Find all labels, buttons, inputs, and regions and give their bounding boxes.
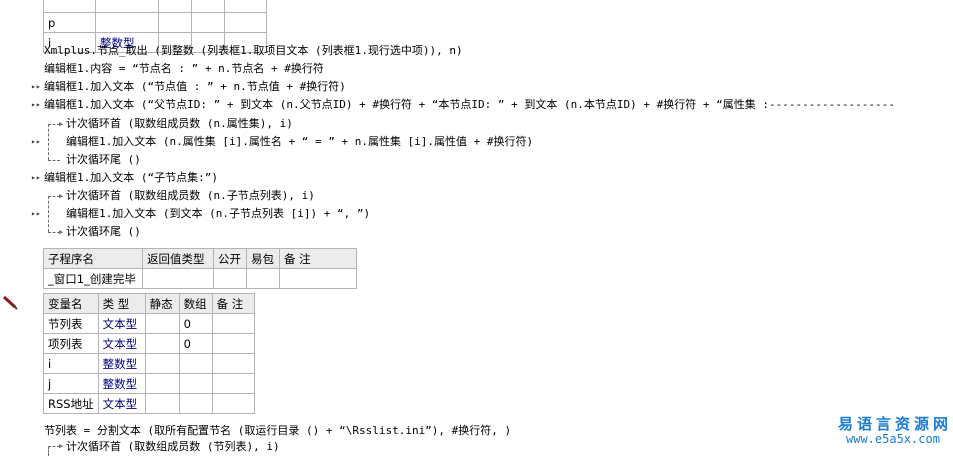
loop-guide-line — [48, 160, 60, 161]
var-type-cell[interactable]: 文本型 — [97, 393, 146, 414]
header-cell: 易包 — [246, 248, 280, 269]
header-cell: 公开 — [213, 248, 247, 269]
code-line-3[interactable]: 编辑框1.加入文本 (“节点值 : ” + n.节点值 + #换行符) — [44, 78, 346, 96]
table-row[interactable]: 节列表 文本型 0 — [43, 313, 255, 334]
loop-arrow-icon: ▶ — [59, 228, 64, 236]
expand-arrow-icon[interactable]: ▸▸ — [31, 133, 41, 151]
var-name-cell[interactable]: p — [43, 12, 96, 33]
expand-arrow-icon[interactable]: ▸▸ — [31, 205, 41, 223]
pencil-icon — [2, 295, 18, 310]
local-var-table: 变量名 类 型 静态 数组 备 注 节列表 文本型 0 项列表 文本型 0 i … — [43, 293, 255, 414]
subroutine-name-cell[interactable]: _窗口1_创建完毕 — [43, 268, 143, 289]
header-cell: 返回值类型 — [142, 248, 214, 269]
header-cell: 类 型 — [97, 293, 146, 314]
header-cell: 子程序名 — [43, 248, 143, 269]
code-line-loop-end-2[interactable]: 计次循环尾 () — [66, 223, 141, 241]
header-cell: 变量名 — [43, 293, 99, 314]
expand-arrow-icon[interactable]: ▸▸ — [31, 169, 41, 187]
table-row — [43, 0, 267, 13]
code-line-6[interactable]: 编辑框1.加入文本 (n.属性集 [i].属性名 + “ = ” + n.属性集… — [66, 133, 533, 151]
var-type-cell[interactable]: 整数型 — [97, 353, 146, 374]
loop-arrow-icon: ▶ — [59, 442, 64, 450]
var-type-cell[interactable] — [95, 12, 159, 33]
loop-arrow-icon: ▶ — [59, 192, 64, 200]
var-array-cell[interactable]: 0 — [178, 313, 213, 334]
table-row[interactable]: 项列表 文本型 0 — [43, 333, 255, 354]
var-array-cell[interactable]: 0 — [178, 333, 213, 354]
loop-guide-line — [48, 196, 49, 232]
loop-arrow-icon: ▶ — [59, 120, 64, 128]
code-line-2[interactable]: 编辑框1.内容 = “节点名 : ” + n.节点名 + #换行符 — [44, 60, 324, 78]
loop-guide-line — [48, 124, 49, 160]
table-row[interactable]: RSS地址 文本型 — [43, 393, 255, 414]
table-header-row: 变量名 类 型 静态 数组 备 注 — [43, 293, 255, 314]
loop-guide-line — [48, 446, 49, 456]
var-name-cell[interactable]: 节列表 — [43, 313, 99, 334]
expand-arrow-icon[interactable]: ▸▸ — [31, 96, 41, 114]
code-line-1[interactable]: Xmlplus.节点_取出 (到整数 (列表框1.取项目文本 (列表框1.现行选… — [44, 42, 463, 60]
code-line-loop-start-2[interactable]: 计次循环首 (取数组成员数 (n.子节点列表), i) — [66, 187, 315, 205]
var-type-cell[interactable]: 整数型 — [97, 373, 146, 394]
table-row[interactable]: _窗口1_创建完毕 — [43, 268, 357, 289]
header-cell: 备 注 — [279, 248, 357, 269]
code-line-loop-start-3[interactable]: 计次循环首 (取数组成员数 (节列表), i) — [66, 438, 280, 456]
code-line-10[interactable]: 编辑框1.加入文本 (到文本 (n.子节点列表 [i]) + “, ”) — [66, 205, 370, 223]
table-row[interactable]: j 整数型 — [43, 373, 255, 394]
header-cell: 备 注 — [211, 293, 255, 314]
header-cell: 静态 — [144, 293, 180, 314]
subroutine-table: 子程序名 返回值类型 公开 易包 备 注 _窗口1_创建完毕 — [43, 248, 357, 289]
var-name-cell[interactable]: RSS地址 — [43, 393, 99, 414]
table-header-row: 子程序名 返回值类型 公开 易包 备 注 — [43, 248, 357, 269]
code-line-8[interactable]: 编辑框1.加入文本 (“子节点集:”) — [44, 169, 218, 187]
watermark-logo-text: 易语言资源网 — [838, 415, 953, 433]
code-line-4[interactable]: 编辑框1.加入文本 (“父节点ID: ” + 到文本 (n.父节点ID) + #… — [44, 96, 895, 114]
var-array-cell[interactable] — [178, 353, 213, 374]
code-line-loop-start-1[interactable]: 计次循环首 (取数组成员数 (n.属性集), i) — [66, 115, 293, 133]
watermark-url: www.e5a5x.com — [846, 432, 940, 446]
var-type-cell[interactable]: 文本型 — [97, 333, 146, 354]
expand-arrow-icon[interactable]: ▸▸ — [31, 78, 41, 96]
var-name-cell[interactable]: i — [43, 353, 99, 374]
var-array-cell[interactable] — [178, 373, 213, 394]
code-line-loop-end-1[interactable]: 计次循环尾 () — [66, 151, 141, 169]
var-type-cell[interactable]: 文本型 — [97, 313, 146, 334]
var-array-cell[interactable] — [178, 393, 213, 414]
var-name-cell[interactable]: 项列表 — [43, 333, 99, 354]
var-name-cell[interactable]: j — [43, 373, 99, 394]
table-row[interactable]: i 整数型 — [43, 353, 255, 374]
header-cell: 数组 — [178, 293, 213, 314]
table-row[interactable]: p — [43, 12, 267, 33]
